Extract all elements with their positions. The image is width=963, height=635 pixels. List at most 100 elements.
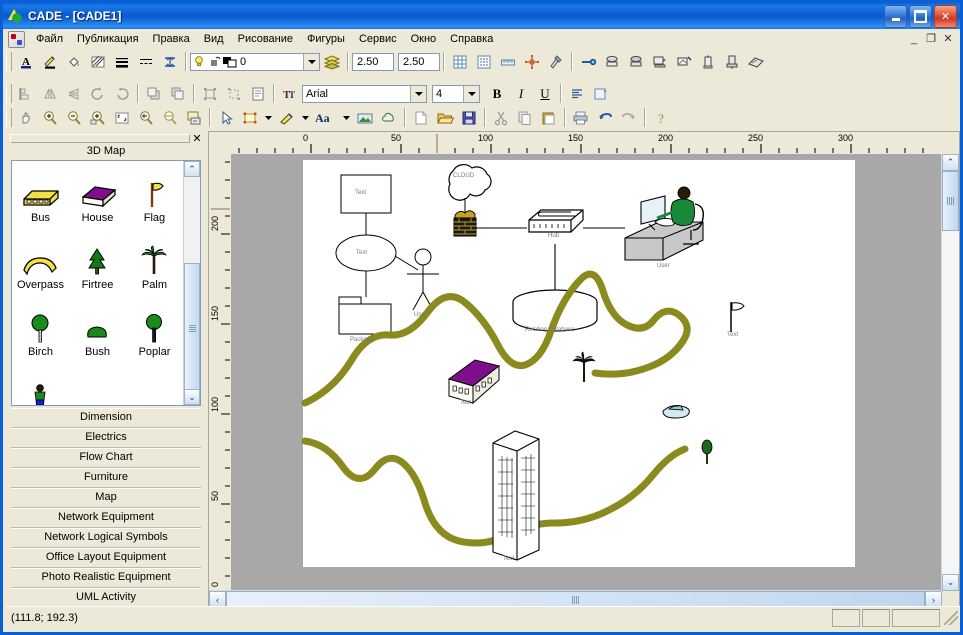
underline-button[interactable]: U — [533, 82, 557, 105]
redo-icon[interactable] — [617, 106, 641, 129]
new-icon[interactable] — [409, 106, 433, 129]
text-align-icon[interactable] — [565, 82, 589, 105]
copy-icon[interactable] — [513, 106, 537, 129]
mirror-h-icon[interactable] — [38, 82, 62, 105]
line-weight-icon[interactable] — [110, 50, 134, 73]
send-back-icon[interactable] — [166, 82, 190, 105]
image-tool-icon[interactable] — [353, 106, 377, 129]
ruler-icon[interactable] — [496, 50, 520, 73]
bold-button[interactable]: B — [485, 82, 509, 105]
help-icon[interactable]: ? — [649, 106, 673, 129]
cloud-tool-icon[interactable] — [377, 106, 401, 129]
rotate-cw-icon[interactable] — [110, 82, 134, 105]
ortho-icon[interactable] — [520, 50, 544, 73]
shape-item-house[interactable]: House — [69, 167, 126, 234]
redraw-icon[interactable] — [182, 106, 206, 129]
italic-button[interactable]: I — [509, 82, 533, 105]
window-minimize-button[interactable] — [884, 5, 907, 28]
menu-service[interactable]: Сервис — [352, 31, 404, 47]
shape-item-flag[interactable]: Flag — [126, 167, 183, 234]
layer-manager-icon[interactable] — [320, 50, 344, 73]
print-icon[interactable] — [569, 106, 593, 129]
scroll-down-button[interactable]: ⌄ — [942, 574, 959, 591]
zoom-extents-icon[interactable] — [110, 106, 134, 129]
drawing-page[interactable]: Text Text Package User CLOUD Hub Relatio… — [301, 160, 855, 567]
category-map[interactable]: Map — [11, 488, 201, 508]
toolbar-grip[interactable] — [6, 108, 12, 127]
chevron-down-icon[interactable] — [410, 85, 426, 102]
vertical-scroll-thumb[interactable] — [942, 171, 959, 231]
mdi-close-button[interactable]: ✕ — [940, 31, 956, 46]
shape-item-human[interactable]: Human — [12, 368, 69, 405]
draw-tool-icon[interactable] — [275, 106, 299, 129]
zoom-out-icon[interactable] — [62, 106, 86, 129]
panel-close-button[interactable]: ✕ — [190, 133, 204, 145]
category-network-logical-symbols[interactable]: Network Logical Symbols — [11, 528, 201, 548]
window-close-button[interactable]: ✕ — [934, 5, 957, 28]
link-icon[interactable] — [576, 50, 600, 73]
chevron-down-icon[interactable] — [303, 53, 319, 70]
menu-help[interactable]: Справка — [443, 31, 500, 47]
category-flow-chart[interactable]: Flow Chart — [11, 448, 201, 468]
menu-window[interactable]: Окно — [404, 31, 444, 47]
toolbar-grip[interactable] — [6, 52, 12, 71]
font-family-combo[interactable]: Arial — [302, 84, 427, 103]
resize-grip[interactable] — [944, 611, 958, 625]
object-6-icon[interactable] — [720, 50, 744, 73]
menu-file[interactable]: Файл — [29, 31, 70, 47]
shape-item-birch[interactable]: Birch — [12, 301, 69, 368]
palette-scroll-down-button[interactable]: ⌄ — [184, 389, 200, 405]
text-tool-icon[interactable]: Aa — [312, 106, 340, 129]
dock-grip-bar[interactable]: ✕ — [10, 132, 204, 145]
mirror-v-icon[interactable] — [62, 82, 86, 105]
save-icon[interactable] — [457, 106, 481, 129]
rotate-ccw-icon[interactable] — [86, 82, 110, 105]
zoom-in-icon[interactable] — [38, 106, 62, 129]
dock-grip[interactable] — [10, 133, 190, 143]
hatch-icon[interactable] — [86, 50, 110, 73]
font-size-combo[interactable]: 4 — [432, 84, 480, 103]
shape-item-bush[interactable]: Bush — [69, 301, 126, 368]
cut-icon[interactable] — [489, 106, 513, 129]
group-icon[interactable] — [198, 82, 222, 105]
palette-scroll-thumb[interactable] — [184, 263, 200, 393]
zoom-window-icon[interactable] — [86, 106, 110, 129]
grid-icon[interactable] — [448, 50, 472, 73]
mdi-minimize-button[interactable]: _ — [906, 31, 922, 46]
toolbar-grip[interactable] — [6, 84, 12, 103]
select-arrow-icon[interactable] — [214, 106, 238, 129]
category-photo-realistic-equipment[interactable]: Photo Realistic Equipment — [11, 568, 201, 588]
window-maximize-button[interactable] — [909, 5, 932, 28]
palette-scroll-up-button[interactable]: ⌃ — [184, 161, 200, 177]
palette-scrollbar[interactable]: ⌃ ⌄ — [183, 161, 200, 405]
menu-publication[interactable]: Публикация — [70, 31, 145, 47]
canvas-viewport[interactable]: Text Text Package User CLOUD Hub Relatio… — [231, 154, 942, 591]
category-dimension[interactable]: Dimension — [11, 408, 201, 428]
paste-icon[interactable] — [537, 106, 561, 129]
shape-item-firtree[interactable]: Firtree — [69, 234, 126, 301]
object-5-icon[interactable] — [696, 50, 720, 73]
menu-view[interactable]: Вид — [197, 31, 231, 47]
text-color-icon[interactable]: A — [14, 50, 38, 73]
undo-icon[interactable] — [593, 106, 617, 129]
text-properties-icon[interactable] — [589, 82, 613, 105]
category-electrics[interactable]: Electrics — [11, 428, 201, 448]
zoom-all-icon[interactable] — [158, 106, 182, 129]
shape-dropdown-icon[interactable] — [262, 106, 275, 129]
pan-icon[interactable] — [14, 106, 38, 129]
scale-y-field[interactable]: 2.50 — [398, 52, 440, 71]
fill-color-icon[interactable] — [62, 50, 86, 73]
line-type-icon[interactable] — [134, 50, 158, 73]
layer-combo[interactable]: 0 — [190, 52, 320, 71]
properties-icon[interactable] — [246, 82, 270, 105]
object-1-icon[interactable] — [600, 50, 624, 73]
line-color-icon[interactable] — [38, 50, 62, 73]
text-dropdown-icon[interactable] — [340, 106, 353, 129]
draw-dropdown-icon[interactable] — [299, 106, 312, 129]
ungroup-icon[interactable] — [222, 82, 246, 105]
category-office-layout-equipment[interactable]: Office Layout Equipment — [11, 548, 201, 568]
canvas-vertical-scrollbar[interactable]: ⌃ ⌄ — [941, 154, 959, 591]
align-icon[interactable] — [14, 82, 38, 105]
mdi-restore-button[interactable]: ❐ — [923, 31, 939, 46]
object-3-icon[interactable] — [648, 50, 672, 73]
